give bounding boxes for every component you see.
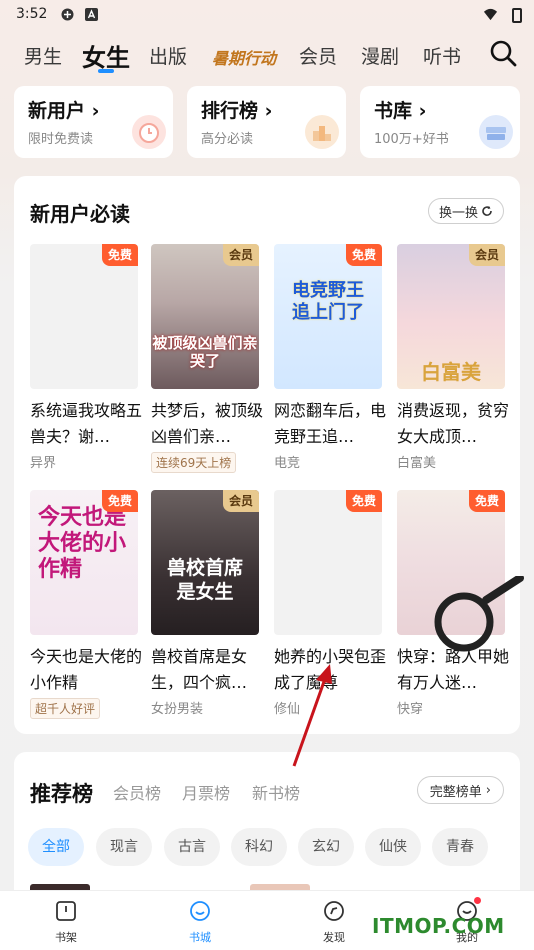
book-title: 兽校首席是女生，四个疯…: [151, 647, 248, 692]
cover-title: 电竞野王追上门了: [292, 280, 364, 323]
refresh-icon: [482, 206, 492, 216]
refresh-button[interactable]: 换一换: [427, 198, 504, 224]
new-user-card-subtitle: 限时免费读: [28, 132, 94, 147]
tab-summer-campaign[interactable]: 暑期行动: [212, 45, 276, 69]
nav-label: 书架: [55, 931, 77, 944]
chevron-right-icon: ›: [485, 782, 491, 798]
book-tag: 连续69天上榜: [151, 452, 237, 473]
full-list-label: 完整榜单: [429, 784, 482, 800]
genre-chip[interactable]: 现言: [96, 828, 152, 866]
refresh-label: 换一换: [438, 205, 478, 221]
book-title: 消费返现，贫穷女大成顶…: [397, 401, 510, 446]
alarm-clock-icon: [132, 115, 166, 149]
watermark-text: ITMOP.COM: [372, 914, 505, 938]
library-card-title: 书库 ›: [374, 100, 427, 122]
genre-chip[interactable]: 玄幻: [298, 828, 354, 866]
book-tag: 超千人好评: [30, 698, 101, 719]
status-time: 3:52: [16, 6, 48, 22]
bookshelf-icon: [56, 901, 76, 921]
new-user-card[interactable]: 新用户 › 限时免费读: [14, 86, 173, 158]
nav-label: 发现: [323, 931, 345, 944]
cover-title: 白富美: [421, 360, 481, 384]
ranking-card-title: 排行榜 ›: [201, 100, 273, 122]
free-badge: 免费: [468, 490, 505, 512]
book-title: 今天也是大佬的小作精: [30, 647, 143, 692]
library-card-subtitle: 100万+好书: [374, 132, 449, 147]
library-card[interactable]: 书库 › 100万+好书: [360, 86, 520, 158]
free-badge: 免费: [345, 244, 382, 266]
tab-male[interactable]: 男生: [24, 42, 62, 69]
rank-tab-vip[interactable]: 会员榜: [113, 780, 161, 804]
search-icon[interactable]: [488, 38, 518, 68]
genre-chip[interactable]: 仙侠: [365, 828, 421, 866]
book-tag: 异界: [30, 456, 57, 471]
book-tag: 白富美: [397, 456, 437, 471]
free-badge: 免费: [345, 490, 382, 512]
ranking-card-subtitle: 高分必读: [201, 132, 254, 147]
wifi-icon: [483, 8, 498, 21]
section-title: 新用户必读: [30, 202, 130, 226]
nav-bookshelf[interactable]: 书架: [36, 899, 96, 945]
tab-female[interactable]: 女生: [82, 38, 130, 73]
vip-badge: 会员: [222, 244, 259, 266]
tab-publish[interactable]: 出版: [149, 42, 187, 69]
rank-tab-recommended[interactable]: 推荐榜: [30, 778, 93, 808]
tab-comic-drama[interactable]: 漫剧: [361, 42, 399, 69]
free-badge: 免费: [101, 490, 138, 512]
nav-bookstore[interactable]: 书城: [170, 899, 230, 945]
cover-title: 被顶级凶兽们亲哭了: [152, 334, 258, 370]
tab-vip[interactable]: 会员: [299, 42, 337, 69]
genre-chip[interactable]: 科幻: [231, 828, 287, 866]
battery-icon: [512, 8, 522, 23]
books-stack-icon: [479, 115, 513, 149]
genre-chip[interactable]: 古言: [164, 828, 220, 866]
vip-badge: 会员: [468, 244, 505, 266]
book-tag: 电竞: [274, 456, 301, 471]
status-bar: 3:52: [0, 0, 534, 30]
cover-title: 兽校首席是女生: [166, 557, 243, 603]
annotation-arrow-icon: [292, 664, 332, 767]
genre-chip[interactable]: 青春: [432, 828, 488, 866]
podium-icon: [305, 115, 339, 149]
genre-chip-all[interactable]: 全部: [28, 828, 84, 866]
ranking-card[interactable]: 排行榜 › 高分必读: [187, 86, 346, 158]
cover-title: 今天也是大佬的小作精: [38, 504, 127, 582]
text-notification-icon: [85, 8, 98, 21]
bookstore-icon: [190, 901, 210, 921]
app-notification-icon: [61, 8, 74, 21]
book-tag: 快穿: [397, 702, 424, 717]
book-title: 网恋翻车后，电竞野王追…: [274, 401, 387, 446]
book-title: 系统逼我攻略五兽夫？谢…: [30, 401, 143, 446]
vip-badge: 会员: [222, 490, 259, 512]
free-badge: 免费: [101, 244, 138, 266]
full-list-button[interactable]: 完整榜单 ›: [416, 776, 504, 804]
compass-icon: [324, 901, 344, 921]
new-user-card-title: 新用户 ›: [28, 100, 100, 122]
category-tabs: 男生 女生 出版 暑期行动 会员 漫剧 听书: [0, 36, 534, 76]
nav-label: 书城: [189, 931, 211, 944]
nav-discover[interactable]: 发现: [304, 899, 364, 945]
book-tag: 女扮男装: [151, 702, 204, 717]
notification-dot: [474, 897, 481, 904]
book-title: 共梦后，被顶级凶兽们亲…: [151, 401, 264, 446]
magnifier-overlay-icon: [434, 576, 524, 652]
tab-audiobook[interactable]: 听书: [423, 42, 461, 69]
active-tab-indicator: [98, 69, 114, 73]
rank-tab-monthly[interactable]: 月票榜: [182, 780, 230, 804]
rank-tab-new[interactable]: 新书榜: [252, 780, 300, 804]
